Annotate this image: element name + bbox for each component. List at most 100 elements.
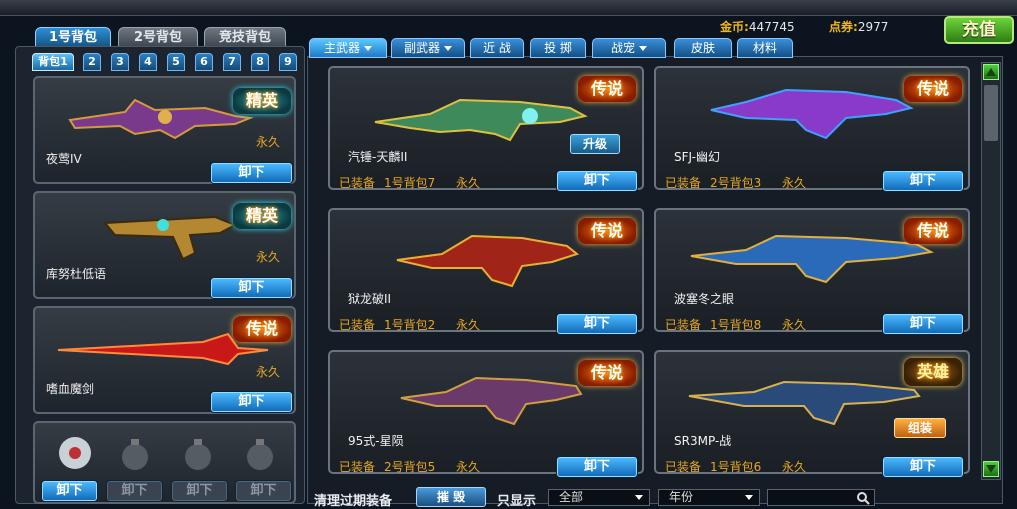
bag-slot-label: 2号背包3 [710, 176, 762, 190]
rifle-blue-gold-icon [690, 234, 935, 284]
tab-primary[interactable]: 主武器 [309, 38, 387, 58]
legend-badge: 传说 [578, 360, 636, 386]
unequip-grenade-button[interactable]: 卸下 [236, 481, 291, 501]
subtab-8[interactable]: 8 [251, 53, 269, 71]
tab-pet[interactable]: 战宠 [592, 38, 666, 58]
subtab-6[interactable]: 6 [195, 53, 213, 71]
rifle-dragon-icon [396, 234, 580, 288]
grenade-icon [185, 439, 211, 470]
chevron-down-icon [444, 46, 452, 51]
bag-slot-label: 2号背包5 [384, 460, 436, 474]
unequip-button[interactable]: 卸下 [883, 457, 963, 477]
duration: 永久 [782, 318, 807, 332]
subtab-2[interactable]: 2 [83, 53, 101, 71]
display-filter-label: 只显示 [497, 494, 537, 509]
elite-badge: 精英 [233, 203, 291, 229]
subtab-5[interactable]: 5 [167, 53, 185, 71]
tab-label: 主武器 [323, 41, 360, 55]
tab-skin[interactable]: 皮肤 [674, 38, 732, 58]
weapon-name: 夜莺IV [46, 152, 82, 166]
gold-display: 金币:447745 [720, 18, 795, 35]
top-bar [0, 0, 1017, 16]
weapon-card[interactable]: 传说 95式-星陨 [328, 350, 644, 474]
weapon-name: SR3MP-战 [674, 434, 732, 448]
scroll-thumb[interactable] [984, 85, 998, 141]
chevron-down-icon [635, 495, 643, 500]
grenade-icon [247, 439, 273, 470]
search-input[interactable] [767, 489, 875, 506]
subtab-9[interactable]: 9 [279, 53, 297, 71]
weapon-name: 95式-星陨 [348, 434, 404, 448]
tab-melee[interactable]: 近 战 [470, 38, 524, 58]
duration: 永久 [782, 176, 807, 190]
points-display: 点券:2977 [829, 18, 888, 35]
unequip-button[interactable]: 卸下 [557, 457, 637, 477]
pistol-gold-icon [102, 215, 238, 261]
upgrade-button[interactable]: 升级 [570, 134, 620, 154]
rifle-star-icon [400, 376, 583, 426]
rifle-purple-blue-icon [710, 88, 914, 140]
sniper-blue-icon [688, 380, 921, 426]
weapon-name: SFJ-幽幻 [674, 150, 720, 164]
unequip-button[interactable]: 卸下 [557, 314, 637, 334]
weapon-card[interactable]: 英雄 组装 SR3MP-战 [654, 350, 970, 474]
tab-label: 副武器 [403, 41, 440, 55]
search-icon [857, 492, 870, 505]
equipped-label: 已装备 [665, 318, 702, 332]
tab-material[interactable]: 材料 [737, 38, 793, 58]
bag-slot-label: 1号背包2 [384, 318, 436, 332]
filter-all-select[interactable]: 全部 [548, 489, 650, 506]
unequip-button[interactable]: 卸下 [211, 392, 292, 412]
duration: 永久 [255, 365, 280, 379]
chevron-down-icon [639, 46, 647, 51]
weapon-name: 汽锤-天麟II [348, 150, 408, 164]
equipped-label: 已装备 [339, 176, 376, 190]
unequip-button[interactable]: 卸下 [883, 314, 963, 334]
scroll-up-button[interactable] [983, 64, 999, 80]
rifle-green-gold-icon [374, 98, 588, 142]
duration: 永久 [456, 318, 481, 332]
bag-slot-label: 1号背包8 [710, 318, 762, 332]
unequip-grenade-button[interactable]: 卸下 [107, 481, 162, 501]
equipped-label: 已装备 [339, 460, 376, 474]
points-value: 2977 [857, 20, 889, 34]
legend-badge: 传说 [578, 76, 636, 102]
subtab-7[interactable]: 7 [223, 53, 241, 71]
tab-throw[interactable]: 投 掷 [530, 38, 586, 58]
select-value: 年份 [669, 490, 694, 504]
tab-secondary[interactable]: 副武器 [391, 38, 465, 58]
scrollbar[interactable] [981, 62, 1001, 480]
points-label: 点券: [829, 20, 858, 34]
destroy-button[interactable]: 摧 毁 [416, 487, 486, 507]
rifle-purple-icon [68, 98, 254, 140]
elite-badge: 精英 [233, 88, 291, 114]
duration: 永久 [782, 460, 807, 474]
equipped-label: 已装备 [339, 318, 376, 332]
tab-label: 战宠 [610, 41, 635, 55]
unequip-grenade-button[interactable]: 卸下 [172, 481, 227, 501]
chevron-down-icon [364, 46, 372, 51]
unequip-button[interactable]: 卸下 [211, 278, 292, 298]
arrow-up-icon [986, 68, 996, 76]
unequip-grenade-button[interactable]: 卸下 [42, 481, 97, 501]
subtab-1[interactable]: 背包1 [32, 53, 74, 71]
weapon-name: 狱龙破II [348, 292, 392, 306]
assemble-button[interactable]: 组装 [894, 418, 946, 438]
scroll-down-button[interactable] [983, 461, 999, 477]
legend-badge: 传说 [904, 218, 962, 244]
unequip-button[interactable]: 卸下 [557, 171, 637, 191]
legend-badge: 传说 [233, 316, 291, 342]
legend-badge: 传说 [904, 76, 962, 102]
weapon-name: 库努杜低语 [46, 267, 107, 281]
grenade-icon [122, 439, 148, 470]
filter-year-select[interactable]: 年份 [658, 489, 760, 506]
duration: 永久 [255, 135, 280, 149]
gold-label: 金币: [720, 20, 749, 34]
subtab-4[interactable]: 4 [139, 53, 157, 71]
unequip-button[interactable]: 卸下 [883, 171, 963, 191]
subtab-3[interactable]: 3 [111, 53, 129, 71]
legend-badge: 传说 [578, 218, 636, 244]
unequip-button[interactable]: 卸下 [211, 163, 292, 183]
recharge-button[interactable]: 充值 [944, 16, 1014, 44]
duration: 永久 [456, 176, 481, 190]
